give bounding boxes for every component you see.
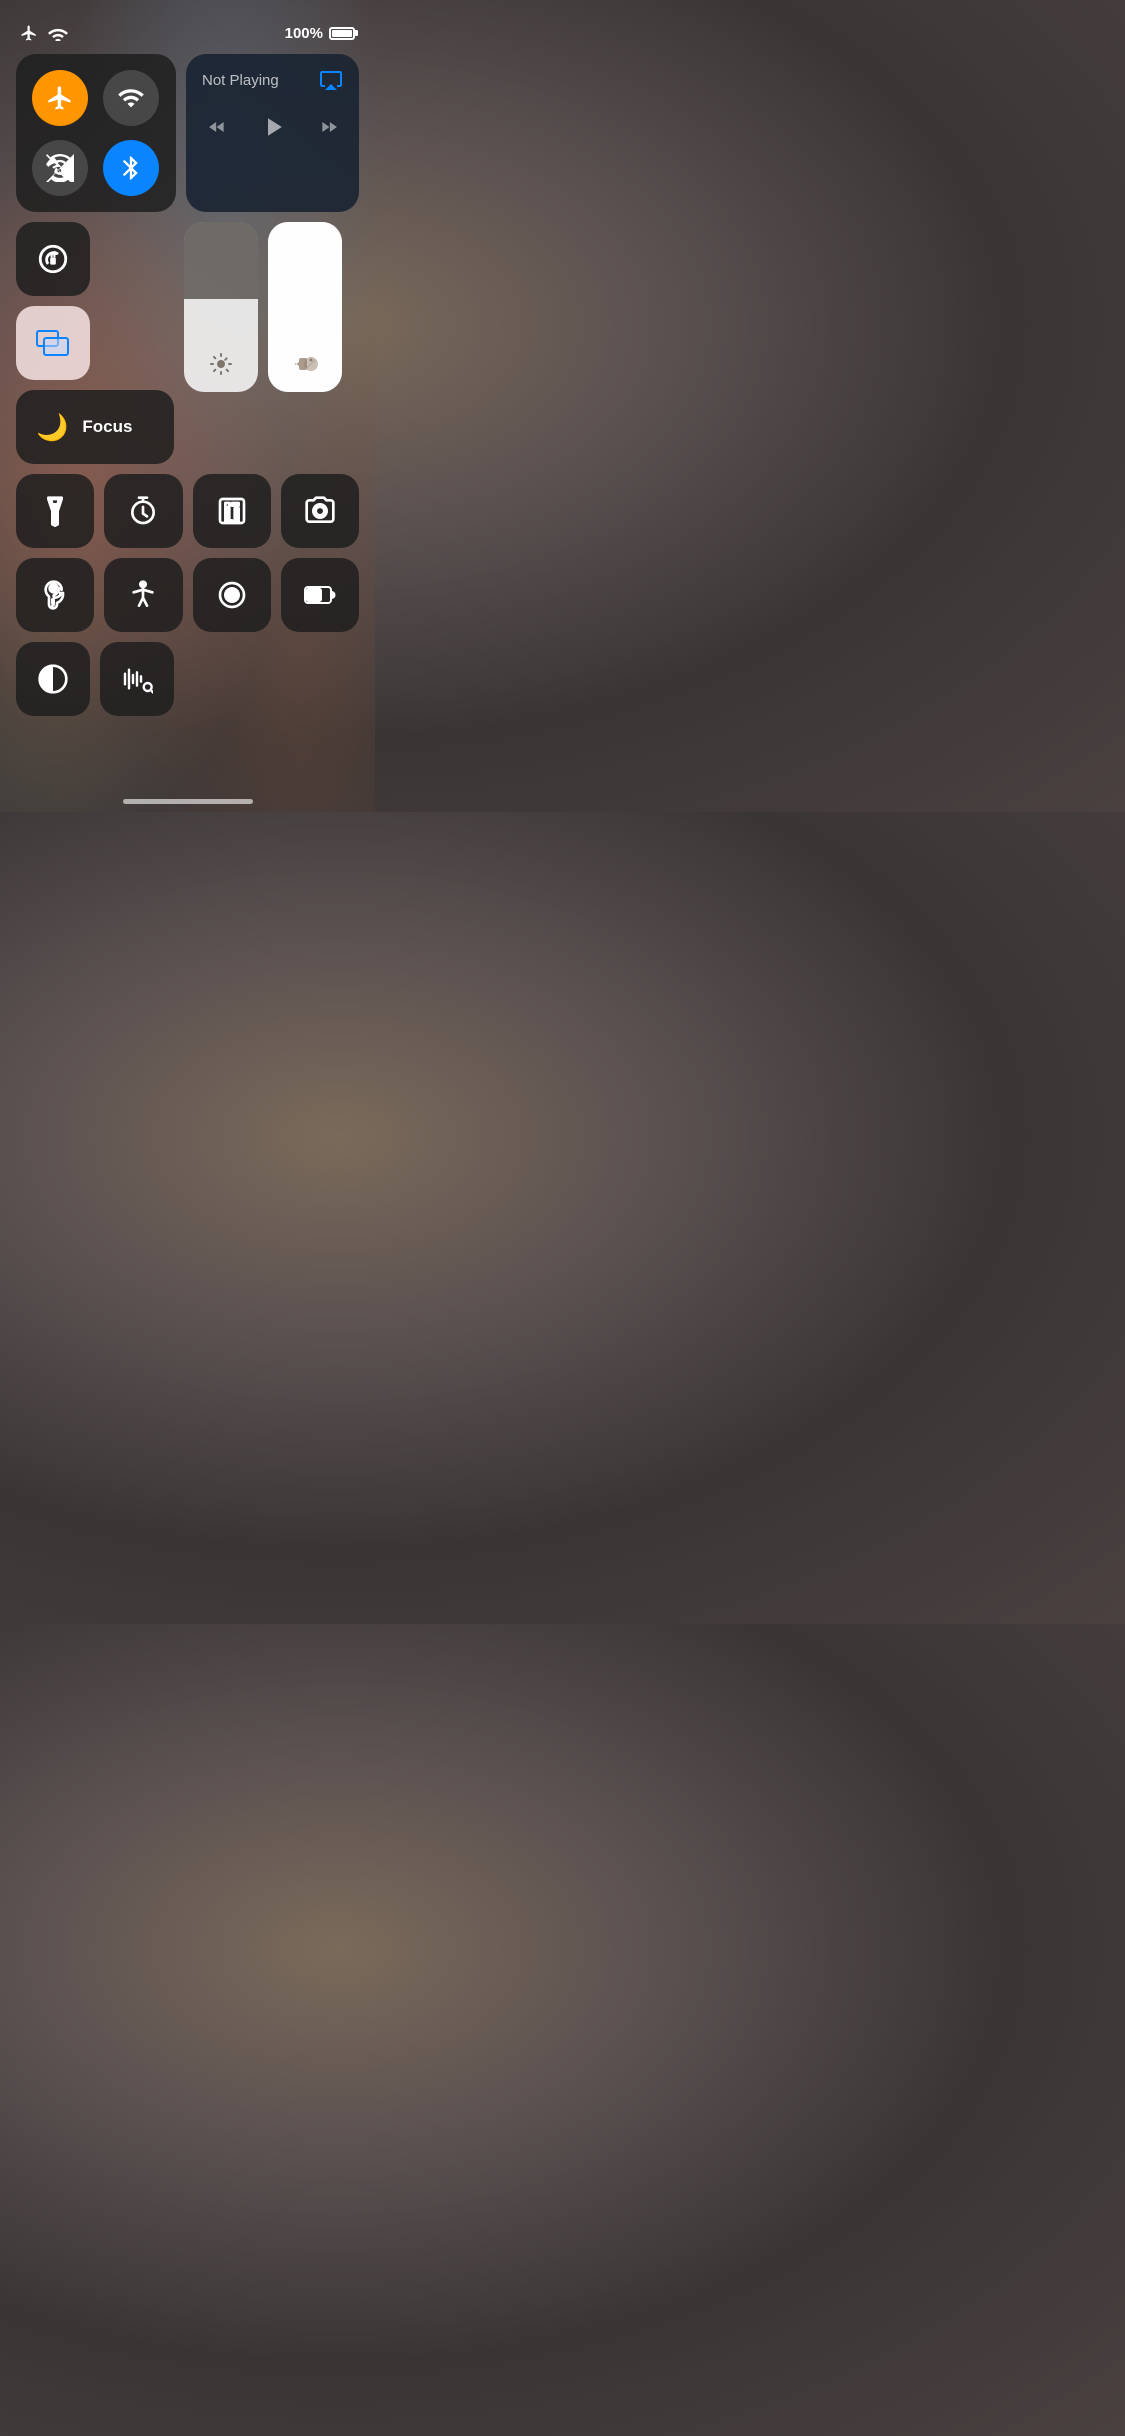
volume-icon bbox=[291, 352, 319, 376]
screen-mirror-icon bbox=[36, 326, 70, 360]
control-center-screen: 100% bbox=[0, 0, 375, 736]
dark-mode-button[interactable] bbox=[16, 642, 90, 716]
focus-label: Focus bbox=[82, 417, 132, 437]
airplane-icon bbox=[46, 84, 74, 112]
row-sliders: 🌙 Focus bbox=[16, 222, 359, 464]
sound-recognition-button[interactable] bbox=[100, 642, 174, 716]
camera-icon bbox=[304, 495, 336, 527]
brightness-icon bbox=[209, 352, 233, 376]
now-playing-header: Not Playing bbox=[202, 68, 343, 92]
calculator-icon bbox=[216, 495, 248, 527]
rotation-lock-button[interactable] bbox=[16, 222, 90, 296]
playback-controls bbox=[202, 112, 343, 142]
wifi-off-icon bbox=[46, 154, 74, 182]
screen-mirror-button[interactable] bbox=[16, 306, 90, 380]
hearing-icon bbox=[39, 579, 71, 611]
screen-record-icon bbox=[216, 579, 248, 611]
rotation-lock-icon bbox=[36, 242, 70, 276]
cellular-button[interactable] bbox=[103, 70, 159, 126]
airplay-icon[interactable] bbox=[319, 68, 343, 92]
home-indicator bbox=[123, 799, 253, 804]
status-bar: 100% bbox=[16, 14, 359, 54]
fast-forward-icon bbox=[316, 117, 342, 137]
brightness-slider[interactable] bbox=[184, 222, 258, 392]
wifi-status-icon bbox=[48, 25, 68, 41]
status-left bbox=[20, 24, 68, 42]
flashlight-icon bbox=[39, 495, 71, 527]
battery-detail-button[interactable] bbox=[281, 558, 359, 632]
row-bottom bbox=[16, 642, 359, 716]
left-col: 🌙 Focus bbox=[16, 222, 174, 464]
hearing-button[interactable] bbox=[16, 558, 94, 632]
row-utilities bbox=[16, 474, 359, 548]
sound-recognition-icon bbox=[121, 663, 153, 695]
now-playing-panel[interactable]: Not Playing bbox=[186, 54, 359, 212]
timer-icon bbox=[127, 495, 159, 527]
not-playing-text: Not Playing bbox=[202, 72, 279, 89]
control-center-grid: Not Playing bbox=[16, 54, 359, 716]
camera-button[interactable] bbox=[281, 474, 359, 548]
volume-slider[interactable] bbox=[268, 222, 342, 392]
wifi-button[interactable] bbox=[32, 140, 88, 196]
battery-detail-icon bbox=[304, 579, 336, 611]
row-connectivity-playing: Not Playing bbox=[16, 54, 359, 212]
calculator-button[interactable] bbox=[193, 474, 271, 548]
airplane-mode-button[interactable] bbox=[32, 70, 88, 126]
rewind-icon bbox=[204, 117, 230, 137]
status-right: 100% bbox=[285, 25, 355, 42]
accessibility-button[interactable] bbox=[104, 558, 182, 632]
play-button[interactable] bbox=[258, 112, 288, 142]
row-accessibility bbox=[16, 558, 359, 632]
flashlight-button[interactable] bbox=[16, 474, 94, 548]
connectivity-panel bbox=[16, 54, 176, 212]
dark-mode-icon bbox=[37, 663, 69, 695]
airplane-status-icon bbox=[20, 24, 38, 42]
focus-moon-icon: 🌙 bbox=[36, 412, 68, 443]
fast-forward-button[interactable] bbox=[316, 117, 342, 137]
bluetooth-button[interactable] bbox=[103, 140, 159, 196]
accessibility-icon bbox=[127, 579, 159, 611]
battery-percent: 100% bbox=[285, 25, 323, 42]
play-icon bbox=[258, 112, 288, 142]
battery-icon bbox=[329, 27, 355, 40]
timer-button[interactable] bbox=[104, 474, 182, 548]
focus-button[interactable]: 🌙 Focus bbox=[16, 390, 174, 464]
rewind-button[interactable] bbox=[204, 117, 230, 137]
screen-record-button[interactable] bbox=[193, 558, 271, 632]
bluetooth-icon bbox=[117, 154, 145, 182]
cellular-icon bbox=[117, 84, 145, 112]
